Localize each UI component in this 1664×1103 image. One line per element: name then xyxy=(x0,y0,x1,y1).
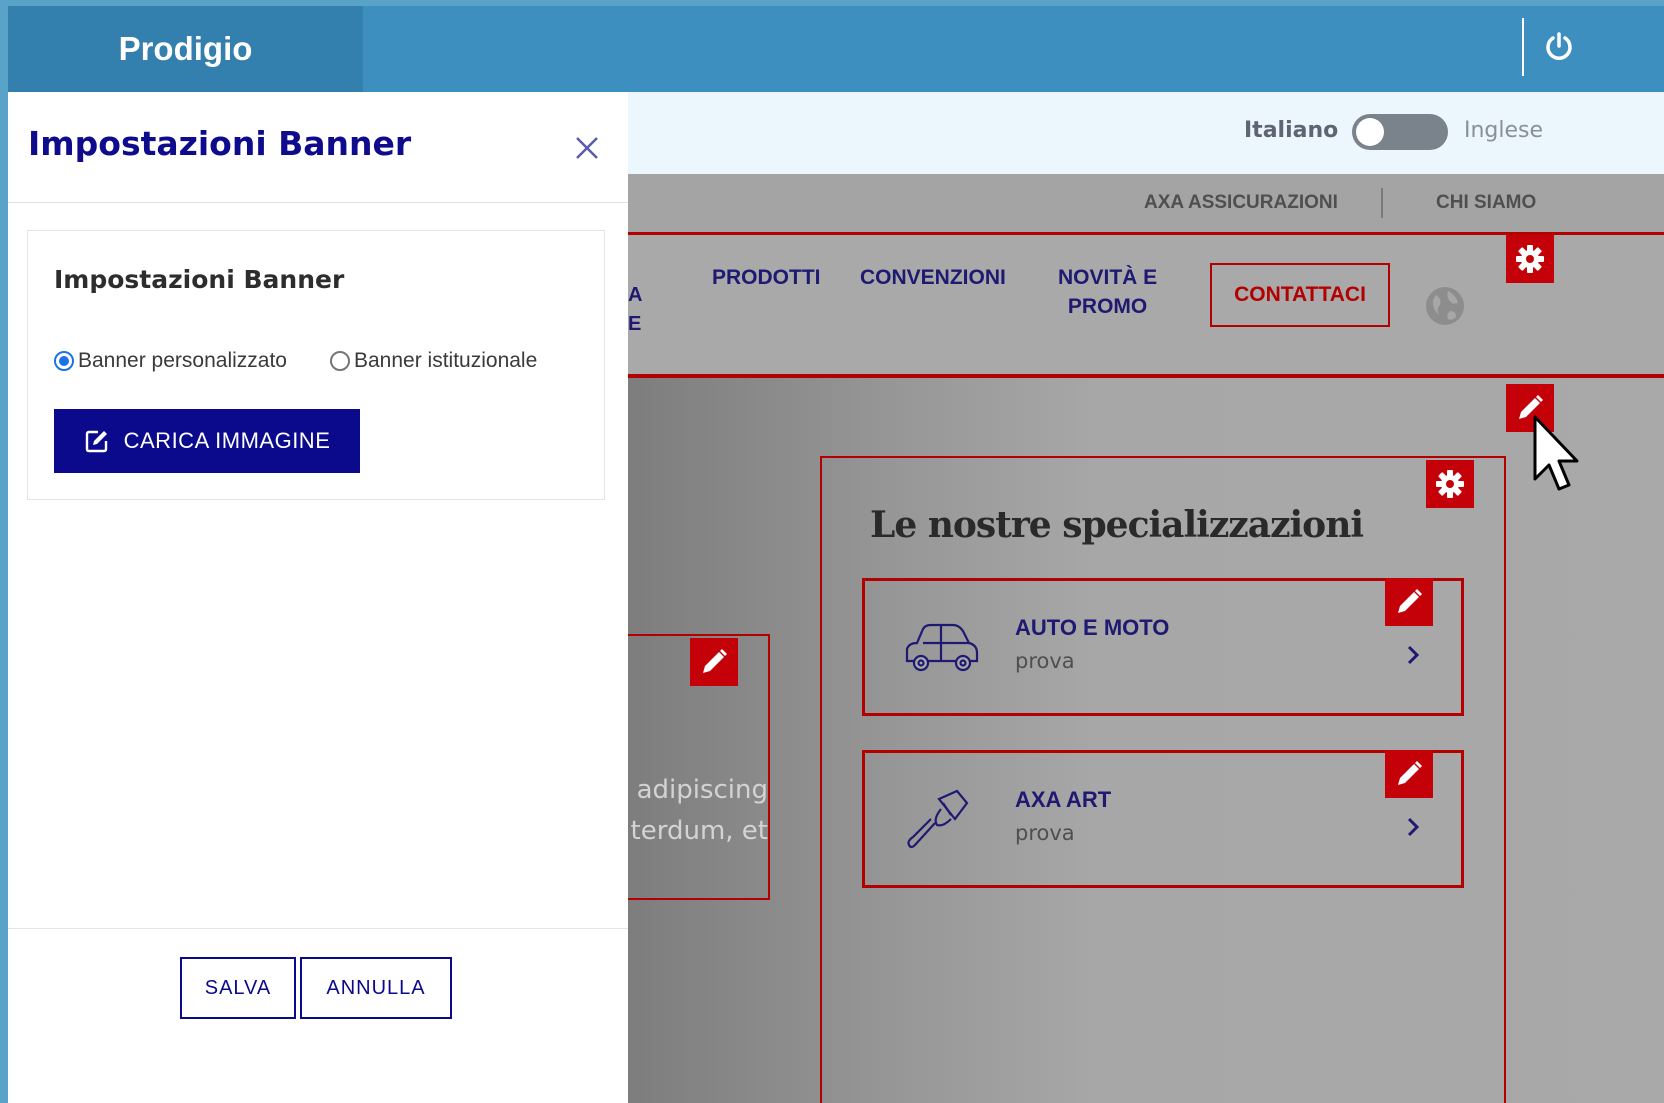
specializations-section: Le nostre specializzazioni AUTO E MOTO p… xyxy=(820,456,1506,1103)
chevron-right-icon xyxy=(1407,645,1420,665)
card-edit-button[interactable] xyxy=(1385,578,1433,626)
site-preview: AXA ASSICURAZIONI CHI SIAMO A E PRODOTTI… xyxy=(628,174,1664,1103)
desktop-edge xyxy=(0,0,8,1103)
card-subtitle: prova xyxy=(1015,649,1075,673)
app-brand: Prodigio xyxy=(8,6,363,92)
app-bar: Prodigio xyxy=(8,6,1664,92)
pencil-icon xyxy=(1398,761,1422,785)
paintbrush-icon xyxy=(907,789,969,849)
utility-separator xyxy=(1381,188,1383,218)
edit-square-icon xyxy=(85,430,107,453)
card-subtitle: prova xyxy=(1015,821,1075,845)
section-title: Impostazioni Banner xyxy=(54,265,345,294)
language-toggle[interactable] xyxy=(1352,114,1448,150)
language-english-label: Inglese xyxy=(1464,118,1544,143)
upload-image-label: CARICA IMMAGINE xyxy=(123,428,331,453)
nav-item-partial[interactable]: A E xyxy=(628,281,642,339)
site-nav: A E PRODOTTI CONVENZIONI NOVITÀ E PROMO … xyxy=(628,232,1664,378)
specialization-card-auto-moto[interactable]: AUTO E MOTO prova xyxy=(862,578,1464,716)
app-window: Prodigio Italiano Inglese AXA ASSICURAZI… xyxy=(8,6,1664,1103)
panel-footer: SALVA ANNULLA xyxy=(8,928,628,1103)
save-button[interactable]: SALVA xyxy=(180,957,296,1019)
close-icon[interactable] xyxy=(571,132,603,164)
banner-settings-card: Impostazioni Banner Banner personalizzat… xyxy=(27,230,605,500)
gear-icon xyxy=(1436,470,1464,498)
banner-settings-panel: Impostazioni Banner Impostazioni Banner … xyxy=(8,92,628,1103)
cancel-button[interactable]: ANNULLA xyxy=(300,957,452,1019)
nav-item-convenzioni[interactable]: CONVENZIONI xyxy=(860,263,1006,292)
radio-label: Banner personalizzato xyxy=(78,349,287,372)
panel-title: Impostazioni Banner xyxy=(28,124,412,163)
app-bar-divider xyxy=(1522,18,1524,76)
hero-text: adipiscing terdum, et xyxy=(630,775,768,846)
radio-custom-banner[interactable] xyxy=(54,351,74,371)
utility-link-chi-siamo[interactable]: CHI SIAMO xyxy=(1436,192,1536,214)
pencil-icon xyxy=(703,649,727,673)
utility-bar: AXA ASSICURAZIONI CHI SIAMO xyxy=(628,174,1664,232)
hero-text-box: adipiscing terdum, et xyxy=(628,634,770,900)
specializations-settings-button[interactable] xyxy=(1426,460,1474,508)
card-edit-button[interactable] xyxy=(1385,750,1433,798)
nav-settings-button[interactable] xyxy=(1506,235,1554,283)
contact-button[interactable]: CONTATTACI xyxy=(1210,263,1390,327)
card-title: AUTO E MOTO xyxy=(1015,615,1170,640)
pencil-icon xyxy=(1398,589,1422,613)
gear-icon xyxy=(1516,245,1544,273)
radio-option-institutional[interactable]: Banner istituzionale xyxy=(330,349,537,373)
card-title: AXA ART xyxy=(1015,787,1112,812)
power-icon[interactable] xyxy=(1542,30,1576,64)
specialization-card-axa-art[interactable]: AXA ART prova xyxy=(862,750,1464,888)
banner-area: adipiscing terdum, et Le nostre speciali… xyxy=(628,378,1664,1103)
language-bar: Italiano Inglese xyxy=(628,92,1664,174)
toggle-knob xyxy=(1356,118,1384,146)
language-italian-label: Italiano xyxy=(1244,118,1339,143)
nav-item-prodotti[interactable]: PRODOTTI xyxy=(712,263,821,292)
radio-option-custom[interactable]: Banner personalizzato xyxy=(54,349,287,373)
panel-header: Impostazioni Banner xyxy=(8,92,628,203)
car-icon xyxy=(905,623,979,672)
chevron-right-icon xyxy=(1407,817,1420,837)
specializations-title: Le nostre specializzazioni xyxy=(870,504,1364,546)
mouse-cursor-icon xyxy=(1533,415,1579,491)
upload-image-button[interactable]: CARICA IMMAGINE xyxy=(54,409,360,473)
radio-institutional-banner[interactable] xyxy=(330,351,350,371)
utility-link-axa[interactable]: AXA ASSICURAZIONI xyxy=(1144,192,1338,214)
radio-label: Banner istituzionale xyxy=(354,349,538,372)
hero-text-edit-button[interactable] xyxy=(690,638,738,686)
globe-icon[interactable] xyxy=(1424,285,1466,327)
nav-item-novita-promo[interactable]: NOVITÀ E PROMO xyxy=(1058,263,1157,321)
